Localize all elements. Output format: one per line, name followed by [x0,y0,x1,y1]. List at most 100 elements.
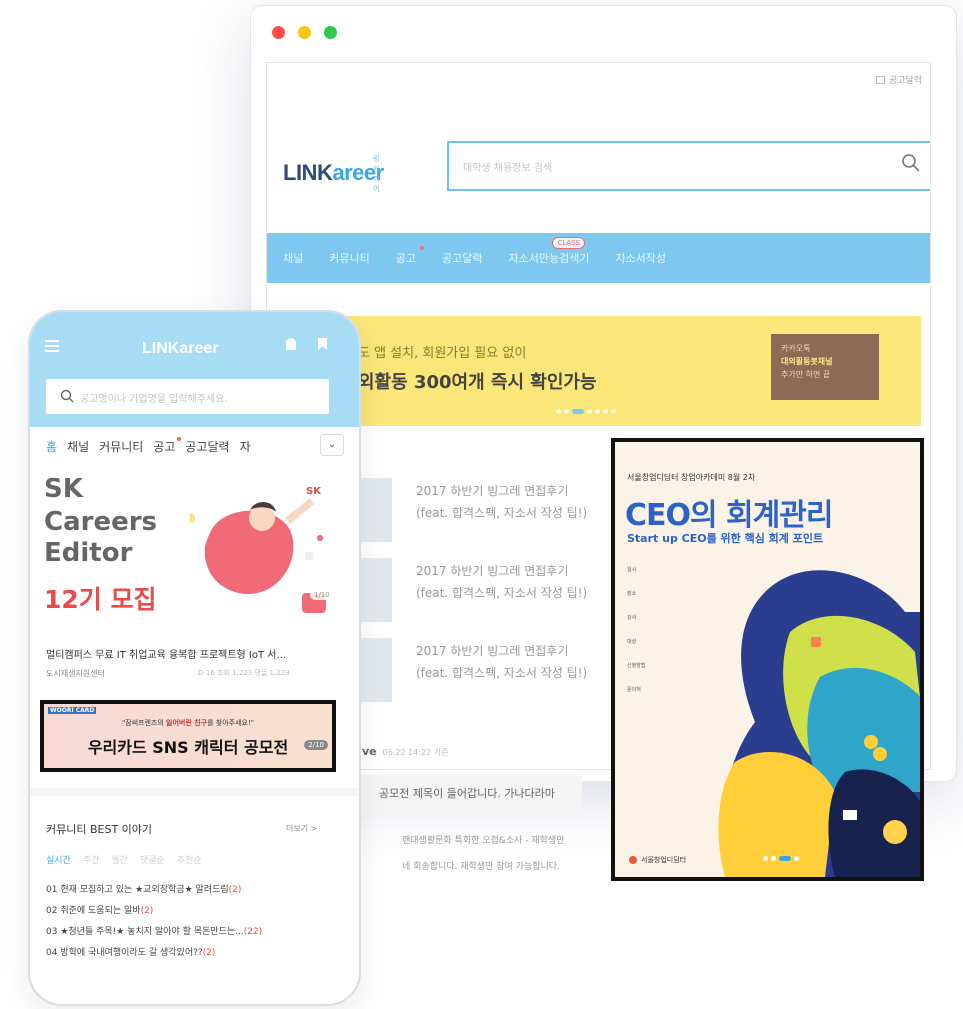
menu-icon[interactable] [45,340,59,355]
woori-card-banner[interactable]: WOORI CARD "잠써프렌즈의 잃어버린 친구를 찾아주세요!" 우리카드… [40,700,336,772]
kakao-bot-badge[interactable]: 카카오톡 대외활동봇채널 추가만 하면 끝 [771,334,879,400]
pager-dot [794,856,799,861]
pager-dot-active [779,856,791,861]
seminar-poster[interactable]: 서울창업디딤터 창업아카데미 8월 2차 CEO의 회계관리 Start up … [611,438,924,881]
tab-calendar[interactable]: 공고달력 [185,438,229,455]
tab-more[interactable]: 자 [240,438,251,455]
community-title: 커뮤니티 BEST 이야기 [46,823,153,836]
sk-logo: SK [306,486,321,497]
poster-pager[interactable] [763,856,799,861]
pager-dot [611,409,616,414]
tab-realtime[interactable]: 실시간 [46,853,71,866]
hero-banner[interactable]: SK Careers Editor 12기 모집 SK 1/10 [30,470,359,630]
nav-item-jobs[interactable]: 공고 [396,246,424,266]
tab-jobs[interactable]: 공고 [153,437,182,455]
desc-line1: 랜대생활문화 특화한 오접&소사 - 재학생만 [402,836,565,846]
nav-item-resume-write[interactable]: 자소서작성 [615,250,666,266]
post-title: 2017 하반기 빙그레 면접후기 (feat. 합격스펙, 자소서 작성 팁!… [416,564,588,600]
calendar-link-label: 공고달력 [888,76,922,86]
search-input[interactable]: 대학생 채용정보 검색 [447,141,930,191]
list-item-text: 04 방학에 국내여행이라도 갈 생각있어?? [46,948,203,958]
tab-channel[interactable]: 채널 [67,438,89,455]
nav-label: 자소서작성 [615,252,667,265]
tab-comments[interactable]: 댓글순 [140,853,165,866]
pager-dot [556,409,561,414]
nav-label: 공고달력 [441,252,483,265]
logo-subtext: 링커리어 [373,155,380,193]
woori-sub-b: 잃어버린 친구 [166,719,208,727]
pager-dot [595,409,600,414]
list-item[interactable]: 03 ★청년들 주목!★ 놓치지 말아야 할 목돈만드는...(22) [46,924,262,945]
ad-title[interactable]: 멀티캠퍼스 무료 IT 취업교육 융복합 프로젝트형 IoT 서... [46,646,286,661]
nav-item-resume-search[interactable]: CLASS 자소서만능검색기 [508,237,590,266]
woori-sub-a: "잠써프렌즈의 [121,719,167,727]
post-item[interactable]: 2017 하반기 빙그레 면접후기 (feat. 합격스펙, 자소서 작성 팁!… [350,470,600,550]
list-item-text: 02 취준에 도움되는 알바 [46,906,141,916]
close-dot[interactable] [272,26,285,39]
post-list: 2017 하반기 빙그레 면접후기 (feat. 합격스펙, 자소서 작성 팁!… [350,470,600,710]
mobile-logo[interactable]: LINKareer [142,340,218,358]
comment-count: (2) [140,906,154,916]
chevron-down-icon[interactable]: ⌄ [320,434,344,456]
poster-info-line: 장소 [627,591,637,597]
minimize-dot[interactable] [298,26,311,39]
class-tag: CLASS [552,237,586,249]
mobile-search-input[interactable]: 공고명이나 기업명을 입력해주세요. [46,379,329,414]
search-placeholder: 공고명이나 기업명을 입력해주세요. [80,394,228,405]
menu-bar [45,345,59,347]
nav-item-community[interactable]: 커뮤니티 [329,250,369,266]
hero-line2: Careers [44,507,158,537]
org-logo-icon [629,856,637,864]
pager-dot [763,856,768,861]
nav-item-calendar[interactable]: 공고달력 [442,250,482,266]
comment-count: (2) [228,885,242,895]
banner-line1: 도 앱 설치, 회원가입 필요 없이 [358,346,527,361]
post-item[interactable]: 2017 하반기 빙그레 면접후기 (feat. 합격스펙, 자소서 작성 팁!… [350,550,600,630]
notice-description: 랜대생활문화 특화한 오접&소사 - 재학생만 네 회송합니다. 재학생만 참여… [402,828,564,880]
comment-count: (22) [243,927,263,937]
hero-line1: SK [44,474,83,504]
new-dot [419,246,424,250]
woori-title: 우리카드 SNS 캐릭터 공모전 [87,738,289,757]
tab-weekly[interactable]: 주간 [83,853,100,866]
banner-pager[interactable] [556,409,616,414]
calendar-link[interactable]: 공고달력 [875,73,922,86]
live-header: ve 06.22 14:22 기준 [362,745,448,758]
promo-banner[interactable]: 도 앱 설치, 회원가입 필요 없이 외활동 300여개 즉시 확인가능 카카오… [346,316,921,426]
bell-icon[interactable] [286,338,296,350]
poster-info: 일시 장소 강사 대상 신청방법 문의처 [627,566,727,710]
tab-home[interactable]: 홈 [46,438,57,455]
kakao-line1: 카카오톡 [781,344,811,353]
nav-label: 자소서만능검색기 [508,252,590,265]
pager-dot [603,409,608,414]
ad-stats: D-16 조회 1,223 댓글 1,223 [198,669,290,677]
main-nav: 채널 커뮤니티 공고 공고달력 CLASS 자소서만능검색기 자소서작성 [267,233,930,283]
poster-footer: 서울창업디딤터 [629,855,686,865]
list-item[interactable]: 01 현재 모집하고 있는 ★교외장학금★ 알려드림(2) [46,882,262,903]
list-item[interactable]: 04 방학에 국내여행이라도 갈 생각있어??(2) [46,945,262,966]
ad-organization: 도시재생지원센터 [46,669,105,678]
post-item[interactable]: 2017 하반기 빙그레 면접후기 (feat. 합격스펙, 자소서 작성 팁!… [350,630,600,710]
poster-subtitle: Start up CEO를 위한 핵심 회계 포인트 [627,532,824,545]
notice-text: 공모전 제목이 들어갑니다. 가나다라마 [379,787,555,800]
list-item-text: 03 ★청년들 주목!★ 놓치지 말아야 할 목돈만드는... [46,927,244,937]
nav-label: 커뮤니티 [329,252,370,265]
tab-recommended[interactable]: 추천순 [177,853,202,866]
site-logo[interactable]: 링커리어 LINKareer [283,155,384,193]
community-more-link[interactable]: 더보기 > [286,823,317,834]
mobile-device: LINKareer 공고명이나 기업명을 입력해주세요. 홈 채널 커뮤니티 공… [28,310,361,1006]
notice-item[interactable]: 공모전 제목이 들어갑니다. 가나다라마 [355,775,582,811]
list-item[interactable]: 02 취준에 도움되는 알바(2) [46,903,262,924]
logo-text: LINKareer [283,160,384,185]
poster-footer-text: 서울창업디딤터 [641,856,687,864]
desc-line2: 네 회송합니다. 재학생만 참여 가능합니다. [402,862,560,872]
tab-community[interactable]: 커뮤니티 [99,438,143,455]
pager-dot [771,856,776,861]
search-icon[interactable] [901,153,921,173]
nav-item-channel[interactable]: 채널 [283,250,303,266]
maximize-dot[interactable] [324,26,337,39]
woori-subtitle: "잠써프렌즈의 잃어버린 친구를 찾아주세요!" [44,718,332,728]
hero-recruit-text: 12기 모집 [44,585,157,614]
hero-line3: Editor [44,538,133,568]
tab-monthly[interactable]: 월간 [111,853,128,866]
